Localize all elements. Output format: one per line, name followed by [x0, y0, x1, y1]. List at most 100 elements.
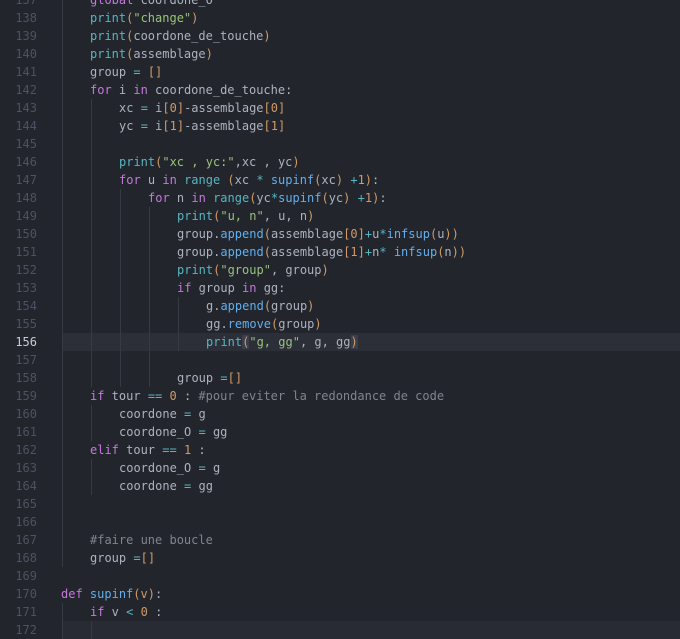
- token-operator: *: [379, 227, 387, 241]
- token-method: infsup: [386, 227, 430, 241]
- code-line[interactable]: 159 if tour == 0 : #pour eviter la redond…: [0, 387, 680, 405]
- line-number[interactable]: 166: [0, 513, 37, 531]
- line-number[interactable]: 152: [0, 261, 37, 279]
- code-line[interactable]: 155 gg.remove(group): [0, 315, 680, 333]
- code-line[interactable]: 149 print("u, n", u, n): [0, 207, 680, 225]
- line-number[interactable]: 139: [0, 27, 37, 45]
- line-number[interactable]: 165: [0, 495, 37, 513]
- line-number[interactable]: 157: [0, 351, 37, 369]
- token-text: g: [191, 407, 206, 421]
- token-text: coordone_O: [133, 0, 213, 7]
- code-line[interactable]: 172: [0, 621, 680, 639]
- code-line[interactable]: 166: [0, 513, 680, 531]
- token-method: infsup: [393, 245, 438, 259]
- code-text: group =[]: [177, 369, 242, 387]
- line-number[interactable]: 145: [0, 135, 37, 153]
- line-number[interactable]: 168: [0, 549, 37, 567]
- line-number[interactable]: 137: [0, 0, 37, 9]
- line-number[interactable]: 161: [0, 423, 37, 441]
- token-builtin: print: [90, 11, 127, 25]
- line-number[interactable]: 169: [0, 567, 37, 585]
- code-line[interactable]: 138 print("change"): [0, 9, 680, 27]
- code-line[interactable]: 147 for u in range (xc * supinf(xc) +1):: [0, 171, 680, 189]
- line-number[interactable]: 167: [0, 531, 37, 549]
- code-line[interactable]: 139 print(coordone_de_touche): [0, 27, 680, 45]
- indent-guide: [91, 225, 92, 243]
- code-line[interactable]: 148 for n in range(yc*supinf(yc) +1):: [0, 189, 680, 207]
- line-number[interactable]: 156: [0, 333, 37, 351]
- code-line[interactable]: 158 group =[]: [0, 369, 680, 387]
- code-line[interactable]: 144 yc = i[1]-assemblage[1]: [0, 117, 680, 135]
- code-line[interactable]: 151 group.append(assemblage[1]+n* infsup(…: [0, 243, 680, 261]
- token-text: coordone_O: [119, 425, 199, 439]
- line-number[interactable]: 158: [0, 369, 37, 387]
- line-number[interactable]: 140: [0, 45, 37, 63]
- line-number[interactable]: 150: [0, 225, 37, 243]
- token-text: -assemblage: [184, 119, 264, 133]
- token-string: "g, gg": [249, 335, 300, 349]
- line-number[interactable]: 142: [0, 81, 37, 99]
- code-line[interactable]: 167 #faire une boucle: [0, 531, 680, 549]
- line-number[interactable]: 148: [0, 189, 37, 207]
- line-number[interactable]: 141: [0, 63, 37, 81]
- line-number[interactable]: 164: [0, 477, 37, 495]
- code-line[interactable]: 171 if v < 0 :: [0, 603, 680, 621]
- indent-guide: [91, 351, 92, 369]
- line-number[interactable]: 144: [0, 117, 37, 135]
- token-text: , group: [270, 263, 322, 277]
- token-literal: v: [140, 587, 148, 601]
- code-line[interactable]: 154 g.append(group): [0, 297, 680, 315]
- indent-guide: [91, 369, 92, 387]
- code-line[interactable]: 150 group.append(assemblage[0]+u*infsup(u…: [0, 225, 680, 243]
- code-line[interactable]: 152 print("group", group): [0, 261, 680, 279]
- line-number[interactable]: 170: [0, 585, 37, 603]
- token-text: :: [154, 587, 163, 601]
- line-number[interactable]: 163: [0, 459, 37, 477]
- code-line[interactable]: 142 for i in coordone_de_touche:: [0, 81, 680, 99]
- line-number[interactable]: 138: [0, 9, 37, 27]
- code-line[interactable]: 143 xc = i[0]-assemblage[0]: [0, 99, 680, 117]
- line-number[interactable]: 151: [0, 243, 37, 261]
- indent-guide: [62, 513, 63, 531]
- code-line[interactable]: 137 global coordone_O: [0, 0, 680, 9]
- code-text: group =[]: [90, 549, 155, 567]
- code-line[interactable]: 140 print(assemblage): [0, 45, 680, 63]
- code-line[interactable]: 145: [0, 135, 680, 153]
- line-number[interactable]: 153: [0, 279, 37, 297]
- line-number[interactable]: 149: [0, 207, 37, 225]
- code-line[interactable]: 162 elif tour == 1 :: [0, 441, 680, 459]
- indent-guide: [62, 495, 63, 513]
- token-literal: ): [321, 263, 329, 277]
- code-line[interactable]: 156 print("g, gg", g, gg): [0, 333, 680, 351]
- code-line[interactable]: 146 print("xc , yc:",xc , yc): [0, 153, 680, 171]
- token-operator: =: [198, 461, 206, 475]
- line-number[interactable]: 146: [0, 153, 37, 171]
- code-line[interactable]: 164 coordone = gg: [0, 477, 680, 495]
- code-editor[interactable]: 137 global coordone_O 138 print("change") 13…: [0, 0, 680, 639]
- code-line[interactable]: 165: [0, 495, 680, 513]
- line-number[interactable]: 147: [0, 171, 37, 189]
- code-line[interactable]: 160 coordone = g: [0, 405, 680, 423]
- token-literal: ): [191, 11, 199, 25]
- line-number[interactable]: 143: [0, 99, 37, 117]
- code-line[interactable]: 163 coordone_O = g: [0, 459, 680, 477]
- line-number[interactable]: 162: [0, 441, 37, 459]
- token-literal: 0: [169, 389, 177, 403]
- line-number[interactable]: 171: [0, 603, 37, 621]
- line-number[interactable]: 160: [0, 405, 37, 423]
- line-number[interactable]: 159: [0, 387, 37, 405]
- code-line[interactable]: 141 group = []: [0, 63, 680, 81]
- code-line[interactable]: 169: [0, 567, 680, 585]
- code-line[interactable]: 170 def supinf(v):: [0, 585, 680, 603]
- token-text: , g, gg: [299, 335, 351, 349]
- code-line[interactable]: 161 coordone_O = gg: [0, 423, 680, 441]
- line-number[interactable]: 155: [0, 315, 37, 333]
- code-line[interactable]: 157: [0, 351, 680, 369]
- code-line[interactable]: 168 group =[]: [0, 549, 680, 567]
- code-line[interactable]: 153 if group in gg:: [0, 279, 680, 297]
- token-operator: =: [133, 65, 141, 79]
- line-number[interactable]: 172: [0, 621, 37, 639]
- code-text: xc = i[0]-assemblage[0]: [119, 99, 285, 117]
- token-text: n: [169, 191, 192, 205]
- line-number[interactable]: 154: [0, 297, 37, 315]
